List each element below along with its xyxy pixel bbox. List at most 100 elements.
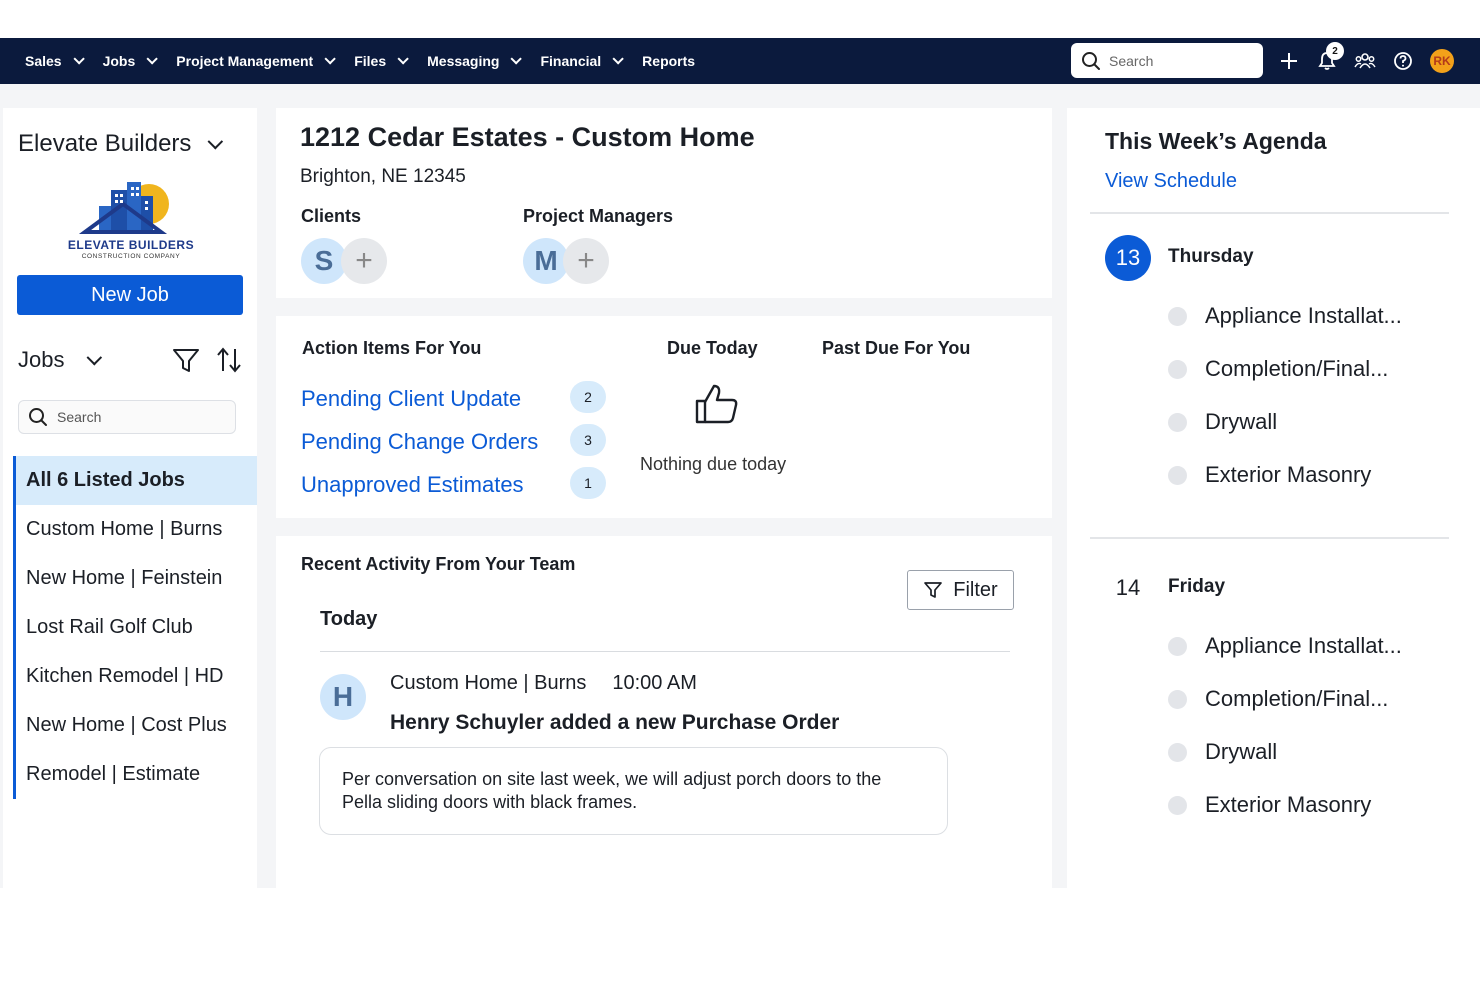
project-address: Brighton, NE 12345 bbox=[300, 166, 466, 187]
divider bbox=[1090, 212, 1449, 214]
chevron-down-icon bbox=[397, 53, 409, 65]
nav-label: Reports bbox=[642, 53, 696, 69]
jobs-search-input[interactable] bbox=[57, 409, 217, 425]
status-dot bbox=[1168, 636, 1187, 656]
company-switcher[interactable]: Elevate Builders bbox=[18, 130, 224, 158]
company-name: Elevate Builders bbox=[18, 130, 192, 157]
nav-reports[interactable]: Reports bbox=[642, 53, 695, 69]
job-item[interactable]: Custom Home | Burns bbox=[16, 505, 257, 554]
agenda-item[interactable]: Exterior Masonry bbox=[1168, 792, 1371, 818]
jobs-label: Jobs bbox=[18, 347, 65, 372]
global-search[interactable] bbox=[1071, 43, 1263, 78]
filter-button[interactable]: Filter bbox=[907, 570, 1014, 610]
unapproved-estimates-link[interactable]: Unapproved Estimates bbox=[301, 472, 524, 498]
global-search-input[interactable] bbox=[1109, 52, 1249, 69]
day-name: Thursday bbox=[1168, 246, 1254, 267]
nav-label: Jobs bbox=[102, 53, 136, 69]
job-list: All 6 Listed Jobs Custom Home | Burns Ne… bbox=[13, 456, 257, 799]
past-due-label: Past Due For You bbox=[822, 338, 971, 358]
nav-files[interactable]: Files bbox=[354, 53, 409, 69]
add-icon[interactable] bbox=[1278, 50, 1300, 72]
status-dot bbox=[1168, 412, 1187, 432]
activity-note: Per conversation on site last week, we w… bbox=[319, 747, 948, 835]
search-icon bbox=[1082, 51, 1100, 70]
sidebar: Elevate Builders ELEVATE BUILDERS CONSTR… bbox=[3, 108, 257, 888]
new-job-button[interactable]: New Job bbox=[17, 275, 243, 315]
job-item[interactable]: New Home | Feinstein bbox=[16, 554, 257, 603]
project-title: 1212 Cedar Estates - Custom Home bbox=[300, 122, 755, 152]
agenda-item[interactable]: Drywall bbox=[1168, 409, 1277, 435]
search-icon bbox=[29, 408, 47, 426]
divider bbox=[320, 651, 1010, 652]
nav-project-management[interactable]: Project Management bbox=[176, 53, 336, 69]
user-avatar[interactable]: RK bbox=[1430, 49, 1454, 73]
page-body: Elevate Builders ELEVATE BUILDERS CONSTR… bbox=[0, 84, 1480, 888]
recent-activity-card: Recent Activity From Your Team Filter To… bbox=[276, 536, 1052, 888]
chevron-down-icon bbox=[73, 53, 85, 65]
job-item[interactable]: Remodel | Estimate bbox=[16, 750, 257, 799]
nav-sales[interactable]: Sales bbox=[25, 53, 85, 69]
activity-job[interactable]: Custom Home | Burns bbox=[390, 672, 586, 695]
jobs-search[interactable] bbox=[18, 400, 236, 434]
agenda-item[interactable]: Exterior Masonry bbox=[1168, 462, 1371, 488]
job-item-all[interactable]: All 6 Listed Jobs bbox=[16, 456, 257, 505]
filter-icon[interactable] bbox=[171, 345, 201, 375]
nav-label: Files bbox=[354, 53, 387, 69]
add-client-button[interactable]: + bbox=[341, 238, 387, 284]
job-item[interactable]: Lost Rail Golf Club bbox=[16, 603, 257, 652]
day-number[interactable]: 14 bbox=[1105, 565, 1151, 611]
clients-label: Clients bbox=[301, 206, 362, 226]
clients-avatars: S + bbox=[301, 238, 387, 284]
activity-title[interactable]: Henry Schuyler added a new Purchase Orde… bbox=[390, 711, 839, 735]
help-icon[interactable] bbox=[1392, 50, 1414, 72]
top-icon-group: 2 RK bbox=[1278, 38, 1454, 84]
nothing-due-text: Nothing due today bbox=[640, 454, 787, 474]
agenda-item-label: Appliance Installat... bbox=[1205, 303, 1402, 328]
agenda-item-label: Completion/Final... bbox=[1205, 686, 1389, 711]
chevron-down-icon bbox=[87, 349, 103, 365]
sort-icon[interactable] bbox=[215, 345, 243, 375]
add-manager-button[interactable]: + bbox=[563, 238, 609, 284]
logo-wordmark: ELEVATE BUILDERS bbox=[67, 238, 195, 252]
team-icon[interactable] bbox=[1354, 50, 1376, 72]
agenda-item-label: Exterior Masonry bbox=[1205, 462, 1372, 487]
agenda-item-label: Appliance Installat... bbox=[1205, 633, 1402, 658]
view-schedule-link[interactable]: View Schedule bbox=[1105, 170, 1237, 193]
filter-label: Filter bbox=[953, 578, 998, 601]
project-card: 1212 Cedar Estates - Custom Home Brighto… bbox=[276, 108, 1052, 298]
agenda-title: This Week’s Agenda bbox=[1105, 128, 1327, 154]
pending-change-orders-link[interactable]: Pending Change Orders bbox=[301, 429, 538, 455]
status-dot bbox=[1168, 465, 1187, 485]
agenda-item-label: Drywall bbox=[1205, 739, 1278, 764]
nav-label: Project Management bbox=[176, 53, 314, 69]
chevron-down-icon bbox=[510, 53, 523, 65]
pending-client-update-link[interactable]: Pending Client Update bbox=[301, 386, 521, 412]
agenda-item[interactable]: Appliance Installat... bbox=[1168, 303, 1402, 329]
notifications-button[interactable]: 2 bbox=[1316, 42, 1344, 72]
jobs-tools bbox=[171, 345, 243, 375]
job-item[interactable]: Kitchen Remodel | HD bbox=[16, 652, 257, 701]
thumbs-up-icon bbox=[695, 384, 738, 424]
agenda-item[interactable]: Completion/Final... bbox=[1168, 356, 1388, 382]
activity-meta: Custom Home | Burns 10:00 AM bbox=[390, 672, 697, 695]
agenda-item[interactable]: Appliance Installat... bbox=[1168, 633, 1402, 659]
building-logo-icon bbox=[78, 182, 169, 234]
day-number-current[interactable]: 13 bbox=[1105, 235, 1151, 281]
nav-label: Financial bbox=[540, 53, 602, 69]
nav-financial[interactable]: Financial bbox=[540, 53, 624, 69]
agenda-item[interactable]: Completion/Final... bbox=[1168, 686, 1388, 712]
count-badge: 1 bbox=[570, 467, 606, 499]
agenda-item[interactable]: Drywall bbox=[1168, 739, 1277, 765]
agenda-item-label: Drywall bbox=[1205, 409, 1278, 434]
chevron-down-icon bbox=[146, 53, 159, 65]
count-badge: 3 bbox=[570, 424, 606, 456]
count-badge: 2 bbox=[570, 381, 606, 413]
jobs-dropdown[interactable]: Jobs bbox=[18, 347, 103, 373]
nav-messaging[interactable]: Messaging bbox=[427, 53, 523, 69]
nav-jobs[interactable]: Jobs bbox=[102, 53, 159, 69]
activity-user-avatar[interactable]: H bbox=[320, 674, 366, 720]
notification-badge: 2 bbox=[1326, 42, 1344, 60]
status-dot bbox=[1168, 742, 1187, 762]
activity-group-label: Today bbox=[320, 608, 378, 630]
job-item[interactable]: New Home | Cost Plus bbox=[16, 701, 257, 750]
